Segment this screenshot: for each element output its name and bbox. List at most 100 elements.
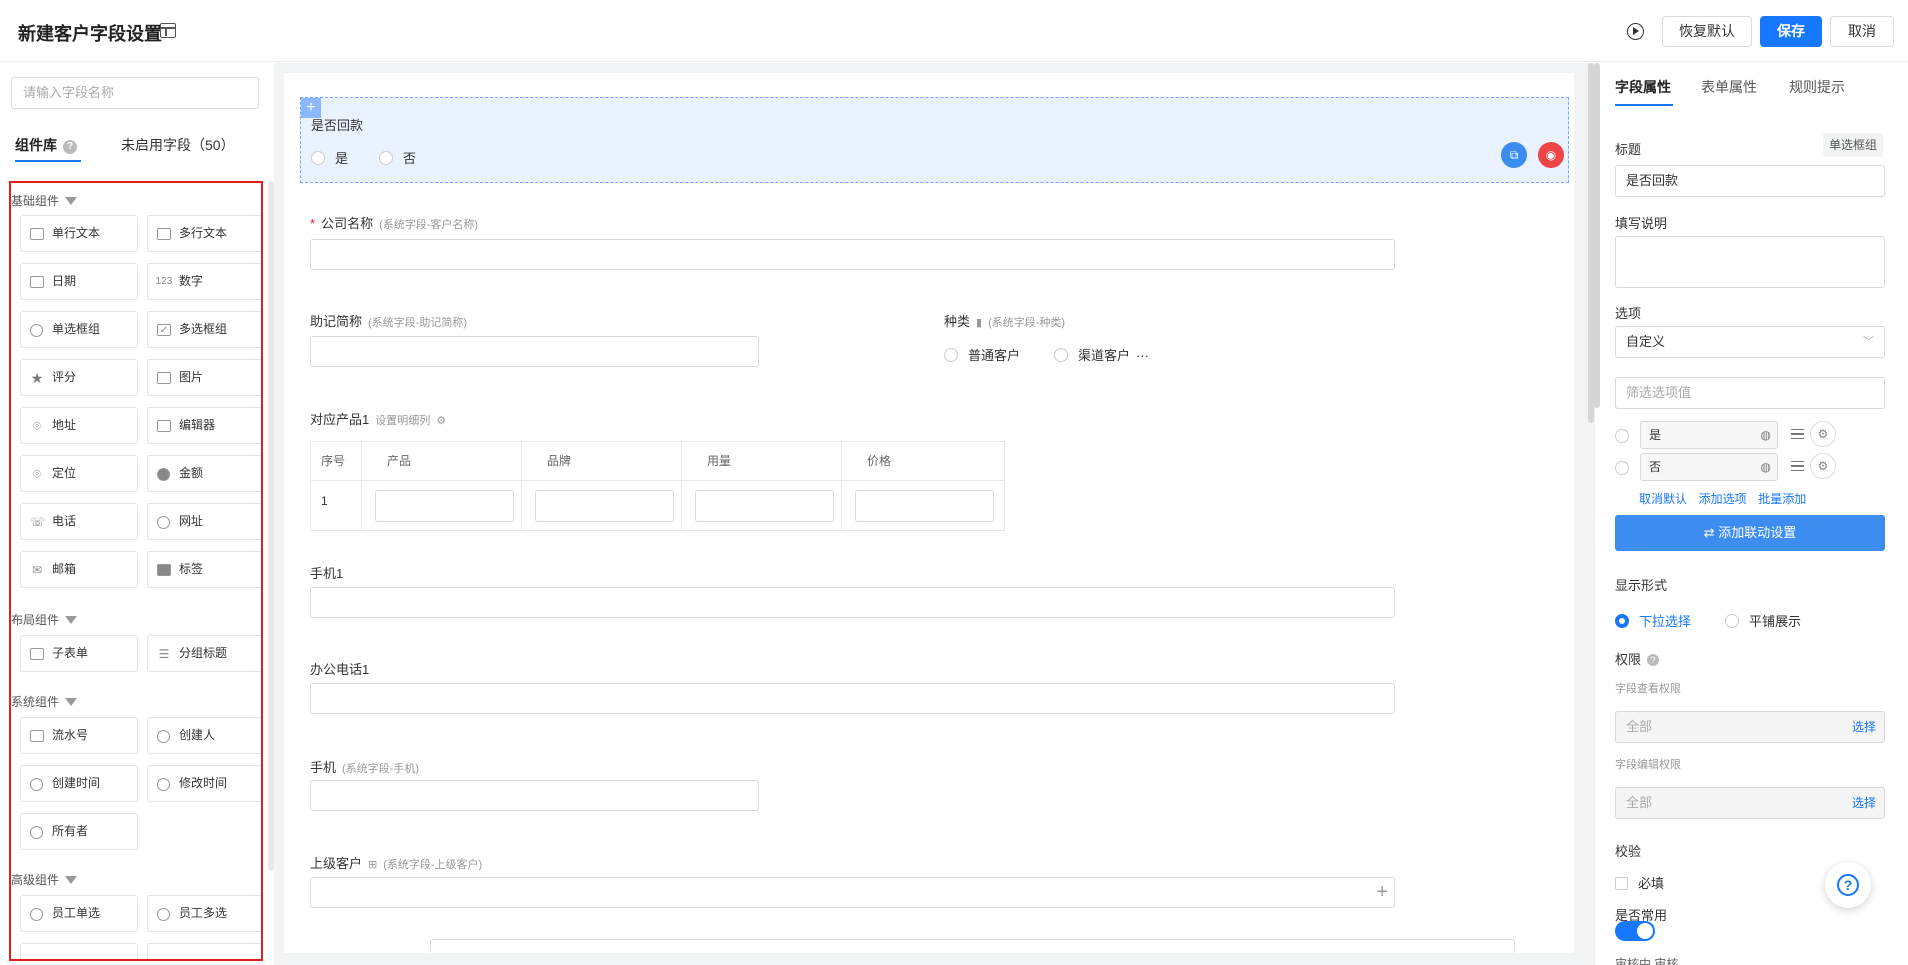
component-url[interactable]: 网址 bbox=[147, 503, 261, 540]
title-input[interactable]: 是否回款 bbox=[1615, 165, 1885, 197]
money-icon bbox=[157, 468, 170, 481]
selected-field-payment[interactable]: + 是否回款 是 否 ⧉ ◉ bbox=[300, 97, 1569, 183]
component-phone[interactable]: ☏ 电话 bbox=[20, 503, 138, 540]
group-title-basic[interactable]: 基础组件 bbox=[11, 192, 78, 209]
component-rating[interactable]: ★ 评分 bbox=[20, 359, 138, 396]
plus-icon[interactable]: + bbox=[1376, 880, 1388, 904]
component-multi-line-text[interactable]: 多行文本 bbox=[147, 215, 261, 252]
choose-view-permission-link[interactable]: 选择 bbox=[1852, 712, 1876, 742]
option-input-no[interactable]: 否 ◍ bbox=[1640, 453, 1778, 481]
option-settings-icon[interactable]: ⚙ bbox=[1810, 453, 1836, 479]
add-option-link[interactable]: 添加选项 bbox=[1699, 492, 1747, 506]
price-cell-input[interactable] bbox=[855, 490, 994, 522]
common-toggle[interactable] bbox=[1615, 921, 1655, 941]
validate-label: 校验 bbox=[1615, 844, 1642, 859]
option-default-radio[interactable] bbox=[1615, 429, 1629, 443]
group-title-layout[interactable]: 布局组件 bbox=[11, 611, 78, 628]
choose-edit-permission-link[interactable]: 选择 bbox=[1852, 788, 1876, 818]
component-more-2[interactable] bbox=[147, 943, 261, 959]
component-radio-group[interactable]: 单选框组 bbox=[20, 311, 138, 348]
parent-customer-input[interactable]: + bbox=[310, 877, 1395, 908]
office-phone-input[interactable] bbox=[310, 683, 1395, 714]
tab-label: 组件库 bbox=[15, 137, 57, 153]
option-settings-icon[interactable]: ⚙ bbox=[1810, 421, 1836, 447]
option-input-yes[interactable]: 是 ◍ bbox=[1640, 421, 1778, 449]
component-subform[interactable]: 子表单 bbox=[20, 635, 138, 672]
eye-icon[interactable]: ◉ bbox=[1538, 142, 1564, 168]
right-scrollbar[interactable] bbox=[1594, 63, 1600, 408]
short-name-input[interactable] bbox=[310, 336, 759, 367]
drag-sort-icon[interactable] bbox=[1791, 461, 1804, 471]
group-title-advanced[interactable]: 高级组件 bbox=[11, 871, 78, 888]
help-icon[interactable]: ? bbox=[63, 140, 77, 154]
restore-default-button[interactable]: 恢复默认 bbox=[1662, 16, 1752, 47]
display-dropdown-option[interactable]: 下拉选择 bbox=[1615, 611, 1691, 630]
more-icon[interactable]: ··· bbox=[1136, 348, 1149, 363]
component-image[interactable]: 图片 bbox=[147, 359, 261, 396]
category-option-channel[interactable]: 渠道客户 ··· bbox=[1054, 345, 1149, 364]
save-button[interactable]: 保存 bbox=[1760, 16, 1822, 47]
palette-icon[interactable]: ◍ bbox=[1761, 454, 1771, 480]
product-cell-input[interactable] bbox=[375, 490, 514, 522]
cancel-button[interactable]: 取消 bbox=[1830, 16, 1894, 47]
tab-rule-hints[interactable]: 规则提示 bbox=[1789, 77, 1845, 97]
batch-add-link[interactable]: 批量添加 bbox=[1758, 492, 1806, 506]
next-field-input[interactable] bbox=[430, 939, 1515, 953]
company-name-input[interactable] bbox=[310, 239, 1395, 270]
usage-cell-input[interactable] bbox=[695, 490, 834, 522]
brand-cell-input[interactable] bbox=[535, 490, 674, 522]
field-search-input[interactable]: 请输入字段名称 bbox=[11, 77, 259, 109]
copy-icon[interactable]: ⧉ bbox=[1501, 142, 1527, 168]
required-checkbox[interactable]: 必填 bbox=[1615, 873, 1664, 892]
component-number[interactable]: 123 数字 bbox=[147, 263, 261, 300]
component-group-title[interactable]: ☰ 分组标题 bbox=[147, 635, 261, 672]
component-address[interactable]: ⌾ 地址 bbox=[20, 407, 138, 444]
layout-icon[interactable] bbox=[160, 23, 176, 38]
category-option-normal[interactable]: 普通客户 bbox=[944, 345, 1020, 364]
phone-icon: ☏ bbox=[30, 515, 46, 529]
component-editor[interactable]: 编辑器 bbox=[147, 407, 261, 444]
palette-icon[interactable]: ◍ bbox=[1761, 422, 1771, 448]
tab-component-library[interactable]: 组件库? bbox=[15, 135, 81, 162]
tab-field-properties[interactable]: 字段属性 bbox=[1615, 77, 1673, 106]
component-tag[interactable]: 标签 bbox=[147, 551, 261, 588]
mobile1-input[interactable] bbox=[310, 587, 1395, 618]
radio-option-no[interactable]: 否 bbox=[379, 148, 416, 167]
description-textarea[interactable] bbox=[1615, 236, 1885, 288]
radio-icon bbox=[311, 151, 325, 165]
component-serial-number[interactable]: 流水号 bbox=[20, 717, 138, 754]
component-amount[interactable]: 金额 bbox=[147, 455, 261, 492]
display-tile-option[interactable]: 平铺展示 bbox=[1725, 611, 1801, 630]
tab-unused-fields[interactable]: 未启用字段（50） bbox=[121, 135, 235, 155]
component-more-1[interactable] bbox=[20, 943, 138, 959]
floating-help-button[interactable]: ? bbox=[1825, 862, 1871, 908]
drag-sort-icon[interactable] bbox=[1791, 429, 1804, 439]
component-locate[interactable]: ⌾ 定位 bbox=[20, 455, 138, 492]
cancel-default-link[interactable]: 取消默认 bbox=[1639, 492, 1687, 506]
row-index: 1 bbox=[321, 494, 328, 508]
options-mode-select[interactable]: 自定义 ﹀ bbox=[1615, 326, 1885, 358]
component-date[interactable]: 日期 bbox=[20, 263, 138, 300]
set-columns-link[interactable]: 设置明细列 bbox=[375, 415, 430, 427]
component-library: 基础组件 单行文本 多行文本 日期 123 数字 单选框组 ✓ 多选框组 ★ 评分 图… bbox=[9, 181, 263, 961]
field-label: 是否回款 bbox=[311, 118, 364, 133]
component-employee-single[interactable]: 员工单选 bbox=[20, 895, 138, 932]
component-modify-time[interactable]: 修改时间 bbox=[147, 765, 261, 802]
component-email[interactable]: ✉ 邮箱 bbox=[20, 551, 138, 588]
radio-option-yes[interactable]: 是 bbox=[311, 148, 348, 167]
add-linkage-button[interactable]: ⇄ 添加联动设置 bbox=[1615, 515, 1885, 551]
component-single-line-text[interactable]: 单行文本 bbox=[20, 215, 138, 252]
mobile-input[interactable] bbox=[310, 780, 759, 811]
component-create-time[interactable]: 创建时间 bbox=[20, 765, 138, 802]
group-title-system[interactable]: 系统组件 bbox=[11, 693, 78, 710]
component-creator[interactable]: 创建人 bbox=[147, 717, 261, 754]
tab-form-properties[interactable]: 表单属性 bbox=[1701, 77, 1757, 97]
option-default-radio[interactable] bbox=[1615, 461, 1629, 475]
component-checkbox-group[interactable]: ✓ 多选框组 bbox=[147, 311, 261, 348]
component-employee-multi[interactable]: 员工多选 bbox=[147, 895, 261, 932]
gear-icon[interactable]: ⚙ bbox=[436, 415, 446, 427]
component-owner[interactable]: 所有者 bbox=[20, 813, 138, 850]
help-icon[interactable]: ? bbox=[1647, 654, 1660, 666]
option-filter-input[interactable]: 筛选选项值 bbox=[1615, 377, 1885, 409]
play-icon[interactable] bbox=[1627, 23, 1644, 40]
